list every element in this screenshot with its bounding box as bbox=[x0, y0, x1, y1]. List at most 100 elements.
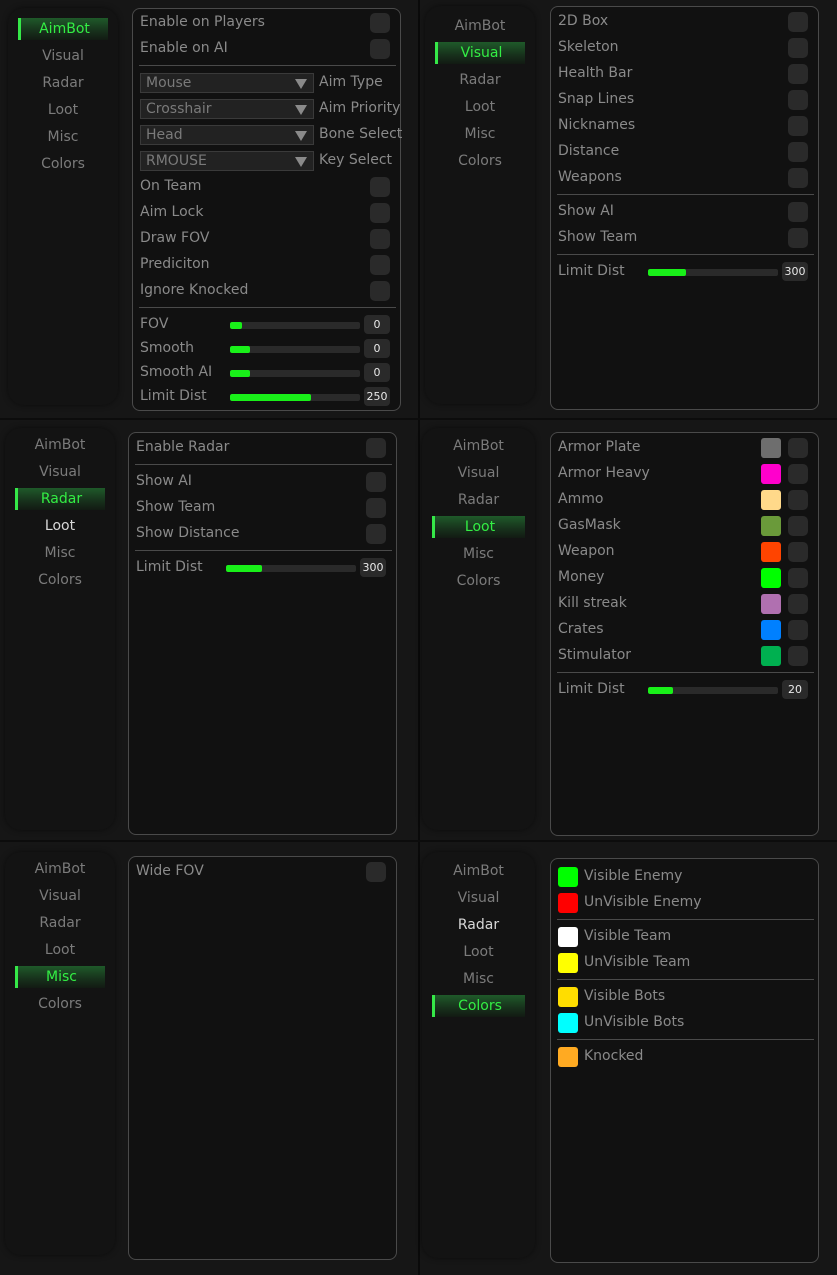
dropdown-select[interactable]: Crosshair bbox=[140, 99, 314, 119]
nav-item-aimbot[interactable]: AimBot bbox=[422, 860, 535, 882]
color-swatch[interactable] bbox=[761, 516, 781, 536]
nav-item-visual[interactable]: Visual bbox=[5, 885, 115, 907]
nav-item-visual[interactable]: Visual bbox=[422, 887, 535, 909]
nav-item-loot[interactable]: Loot bbox=[5, 939, 115, 961]
checkbox[interactable] bbox=[370, 39, 390, 59]
checkbox[interactable] bbox=[788, 568, 808, 588]
color-swatch[interactable] bbox=[761, 464, 781, 484]
checkbox[interactable] bbox=[370, 203, 390, 223]
checkbox[interactable] bbox=[788, 202, 808, 222]
checkbox[interactable] bbox=[788, 228, 808, 248]
nav-item-visual[interactable]: Visual bbox=[422, 462, 535, 484]
nav-item-loot[interactable]: Loot bbox=[432, 516, 525, 538]
color-swatch[interactable] bbox=[558, 1047, 578, 1067]
nav-item-radar[interactable]: Radar bbox=[5, 912, 115, 934]
nav-item-colors[interactable]: Colors bbox=[425, 150, 535, 172]
checkbox[interactable] bbox=[788, 64, 808, 84]
nav-item-colors[interactable]: Colors bbox=[432, 995, 525, 1017]
slider-value[interactable]: 0 bbox=[364, 363, 390, 382]
color-swatch[interactable] bbox=[761, 438, 781, 458]
checkbox[interactable] bbox=[788, 142, 808, 162]
checkbox[interactable] bbox=[370, 13, 390, 33]
color-swatch[interactable] bbox=[558, 1013, 578, 1033]
slider-track[interactable] bbox=[230, 346, 360, 353]
checkbox[interactable] bbox=[370, 281, 390, 301]
color-swatch[interactable] bbox=[761, 490, 781, 510]
checkbox[interactable] bbox=[788, 542, 808, 562]
nav-item-misc[interactable]: Misc bbox=[422, 543, 535, 565]
nav-item-misc[interactable]: Misc bbox=[5, 542, 115, 564]
checkbox[interactable] bbox=[788, 620, 808, 640]
slider-track[interactable] bbox=[226, 565, 356, 572]
checkbox[interactable] bbox=[366, 862, 386, 882]
checkbox[interactable] bbox=[788, 594, 808, 614]
color-swatch[interactable] bbox=[558, 927, 578, 947]
color-swatch[interactable] bbox=[558, 953, 578, 973]
checkbox[interactable] bbox=[788, 464, 808, 484]
nav-item-misc[interactable]: Misc bbox=[15, 966, 105, 988]
slider-track[interactable] bbox=[230, 394, 360, 401]
checkbox[interactable] bbox=[370, 229, 390, 249]
slider-value[interactable]: 300 bbox=[782, 262, 808, 281]
dropdown-select[interactable]: Mouse bbox=[140, 73, 314, 93]
checkbox[interactable] bbox=[788, 38, 808, 58]
nav-item-loot[interactable]: Loot bbox=[5, 515, 115, 537]
slider-value[interactable]: 300 bbox=[360, 558, 386, 577]
slider-track[interactable] bbox=[648, 687, 778, 694]
nav-item-radar[interactable]: Radar bbox=[8, 72, 118, 94]
nav-item-radar[interactable]: Radar bbox=[15, 488, 105, 510]
checkbox[interactable] bbox=[366, 524, 386, 544]
color-swatch[interactable] bbox=[761, 568, 781, 588]
slider-value[interactable]: 0 bbox=[364, 315, 390, 334]
nav-item-misc[interactable]: Misc bbox=[422, 968, 535, 990]
checkbox[interactable] bbox=[370, 255, 390, 275]
dropdown-select[interactable]: RMOUSE bbox=[140, 151, 314, 171]
nav-item-aimbot[interactable]: AimBot bbox=[425, 15, 535, 37]
color-swatch[interactable] bbox=[761, 542, 781, 562]
slider-value[interactable]: 20 bbox=[782, 680, 808, 699]
color-swatch[interactable] bbox=[761, 620, 781, 640]
color-swatch[interactable] bbox=[761, 594, 781, 614]
nav-item-colors[interactable]: Colors bbox=[5, 993, 115, 1015]
slider-track[interactable] bbox=[230, 370, 360, 377]
nav-item-visual[interactable]: Visual bbox=[5, 461, 115, 483]
checkbox[interactable] bbox=[788, 490, 808, 510]
nav-item-aimbot[interactable]: AimBot bbox=[422, 435, 535, 457]
checkbox[interactable] bbox=[788, 168, 808, 188]
nav-item-loot[interactable]: Loot bbox=[425, 96, 535, 118]
color-swatch[interactable] bbox=[558, 987, 578, 1007]
dropdown-select[interactable]: Head bbox=[140, 125, 314, 145]
slider-track[interactable] bbox=[648, 269, 778, 276]
checkbox[interactable] bbox=[370, 177, 390, 197]
checkbox[interactable] bbox=[366, 472, 386, 492]
nav-item-visual[interactable]: Visual bbox=[435, 42, 525, 64]
color-swatch[interactable] bbox=[761, 646, 781, 666]
nav-item-visual[interactable]: Visual bbox=[8, 45, 118, 67]
nav-item-loot[interactable]: Loot bbox=[8, 99, 118, 121]
slider-value[interactable]: 0 bbox=[364, 339, 390, 358]
nav-item-misc[interactable]: Misc bbox=[8, 126, 118, 148]
nav-item-colors[interactable]: Colors bbox=[8, 153, 118, 175]
nav-item-aimbot[interactable]: AimBot bbox=[5, 434, 115, 456]
checkbox[interactable] bbox=[788, 646, 808, 666]
nav-item-radar[interactable]: Radar bbox=[422, 914, 535, 936]
checkbox[interactable] bbox=[788, 90, 808, 110]
nav-item-radar[interactable]: Radar bbox=[422, 489, 535, 511]
checkbox[interactable] bbox=[366, 498, 386, 518]
checkbox[interactable] bbox=[788, 116, 808, 136]
nav-item-colors[interactable]: Colors bbox=[5, 569, 115, 591]
slider-value[interactable]: 250 bbox=[364, 387, 390, 406]
checkbox[interactable] bbox=[366, 438, 386, 458]
nav-item-loot[interactable]: Loot bbox=[422, 941, 535, 963]
nav-item-aimbot[interactable]: AimBot bbox=[5, 858, 115, 880]
color-swatch[interactable] bbox=[558, 867, 578, 887]
slider-track[interactable] bbox=[230, 322, 360, 329]
checkbox[interactable] bbox=[788, 438, 808, 458]
color-swatch[interactable] bbox=[558, 893, 578, 913]
checkbox[interactable] bbox=[788, 12, 808, 32]
nav-item-colors[interactable]: Colors bbox=[422, 570, 535, 592]
nav-item-misc[interactable]: Misc bbox=[425, 123, 535, 145]
nav-item-radar[interactable]: Radar bbox=[425, 69, 535, 91]
checkbox[interactable] bbox=[788, 516, 808, 536]
nav-item-aimbot[interactable]: AimBot bbox=[18, 18, 108, 40]
